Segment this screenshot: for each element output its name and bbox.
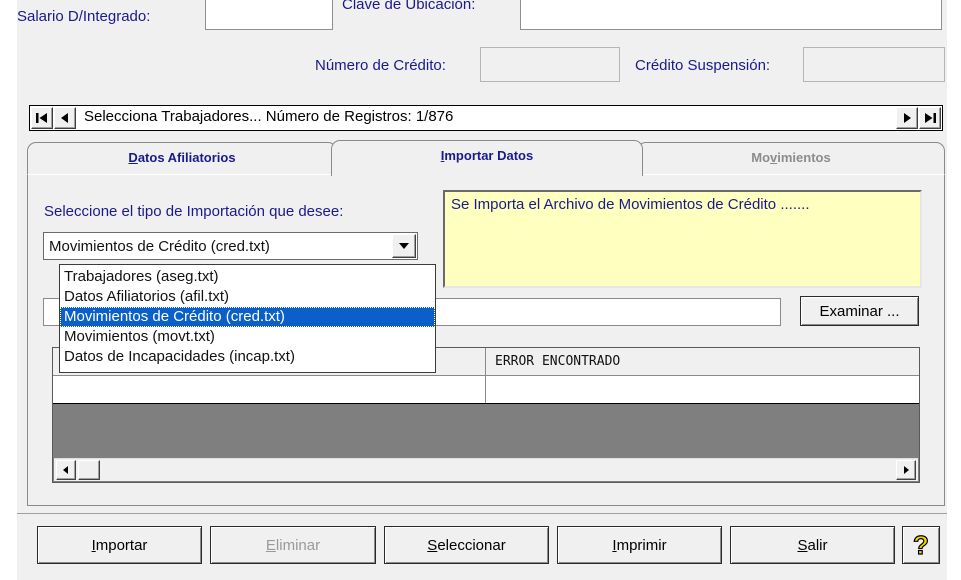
scroll-thumb[interactable] bbox=[78, 460, 100, 480]
dropdown-option[interactable]: Trabajadores (aseg.txt) bbox=[60, 267, 435, 287]
tab-label-post: imientos bbox=[777, 150, 831, 165]
last-record-icon bbox=[925, 113, 936, 123]
tab-label-post: mportar Datos bbox=[444, 148, 534, 163]
dropdown-option[interactable]: Datos Afiliatorios (afil.txt) bbox=[60, 287, 435, 307]
divider bbox=[17, 513, 947, 514]
button-label-post: mportar bbox=[95, 536, 148, 554]
button-label-accel: S bbox=[797, 536, 808, 554]
dropdown-option[interactable]: Movimientos (movt.txt) bbox=[60, 327, 435, 347]
clave-field[interactable] bbox=[520, 0, 942, 30]
button-label-accel: E bbox=[265, 536, 276, 554]
first-record-button[interactable] bbox=[31, 107, 53, 129]
record-navigator: Selecciona Trabajadores... Número de Reg… bbox=[29, 105, 943, 131]
imprimir-button[interactable]: Imprimir bbox=[557, 526, 722, 564]
numero-credito-label: Número de Crédito: bbox=[315, 57, 446, 74]
scroll-left-button[interactable] bbox=[56, 460, 76, 480]
numero-credito-field[interactable] bbox=[480, 47, 620, 82]
salir-button[interactable]: Salir bbox=[730, 526, 895, 564]
dropdown-option[interactable]: Datos de Incapacidades (incap.txt) bbox=[60, 347, 435, 367]
tab-label-pre: Mo bbox=[751, 150, 771, 165]
table-row[interactable] bbox=[53, 376, 919, 404]
arrow-right-icon bbox=[904, 466, 909, 474]
tab-datos-afiliatorios[interactable]: Datos Afiliatorios bbox=[27, 142, 337, 175]
chevron-down-icon bbox=[399, 243, 409, 249]
prev-record-icon bbox=[61, 113, 68, 123]
horizontal-scrollbar[interactable] bbox=[54, 458, 918, 481]
info-text: Se Importa el Archivo de Movimientos de … bbox=[451, 196, 810, 213]
first-record-icon bbox=[36, 113, 47, 123]
credito-suspension-label: Crédito Suspensión: bbox=[635, 57, 771, 74]
button-label-post: mprimir bbox=[616, 536, 667, 554]
button-label-post: liminar bbox=[275, 536, 321, 554]
button-label-accel: S bbox=[427, 536, 438, 554]
info-box: Se Importa el Archivo de Movimientos de … bbox=[443, 190, 922, 288]
browse-button-label: Examinar ... bbox=[819, 302, 900, 320]
form-window: Salario D/Integrado: Clave de Ubicación:… bbox=[17, 0, 947, 580]
svg-text:?: ? bbox=[913, 532, 929, 558]
prev-record-button[interactable] bbox=[54, 107, 76, 129]
salario-label: Salario D/Integrado: bbox=[17, 8, 151, 25]
scroll-right-button[interactable] bbox=[896, 460, 916, 480]
tab-movimientos[interactable]: Movimientos bbox=[637, 142, 945, 175]
credito-suspension-field[interactable] bbox=[803, 47, 945, 82]
eliminar-button[interactable]: Eliminar bbox=[210, 526, 376, 564]
salario-field[interactable] bbox=[205, 0, 333, 30]
tab-importar-datos[interactable]: Importar Datos bbox=[331, 140, 643, 176]
grid-cell[interactable] bbox=[53, 376, 486, 403]
help-question-icon: ? bbox=[912, 532, 929, 558]
import-type-prompt: Seleccione el tipo de Importación que de… bbox=[44, 203, 344, 220]
importar-button[interactable]: Importar bbox=[37, 526, 202, 564]
import-type-dropdown-list: Trabajadores (aseg.txt) Datos Afiliatori… bbox=[59, 264, 436, 373]
dropdown-option-selected[interactable]: Movimientos de Crédito (cred.txt) bbox=[60, 307, 435, 327]
import-type-select[interactable]: Movimientos de Crédito (cred.txt) bbox=[43, 232, 418, 260]
tab-label-post: atos Afiliatorios bbox=[137, 150, 236, 165]
next-record-icon bbox=[904, 113, 911, 123]
navigator-text: Selecciona Trabajadores... Número de Reg… bbox=[84, 108, 454, 125]
import-type-selected: Movimientos de Crédito (cred.txt) bbox=[49, 238, 270, 255]
button-label-post: alir bbox=[807, 536, 828, 554]
seleccionar-button[interactable]: Seleccionar bbox=[384, 526, 549, 564]
last-record-button[interactable] bbox=[919, 107, 941, 129]
clave-label: Clave de Ubicación: bbox=[342, 0, 476, 13]
grid-header-error: ERROR ENCONTRADO bbox=[495, 354, 621, 369]
button-label-post: eleccionar bbox=[437, 536, 506, 554]
next-record-button[interactable] bbox=[896, 107, 918, 129]
tab-label-accel: D bbox=[128, 150, 138, 165]
import-type-dropdown-button[interactable] bbox=[392, 234, 416, 258]
browse-button[interactable]: Examinar ... bbox=[800, 296, 919, 326]
arrow-left-icon bbox=[63, 466, 68, 474]
help-button[interactable]: ? bbox=[902, 526, 940, 564]
